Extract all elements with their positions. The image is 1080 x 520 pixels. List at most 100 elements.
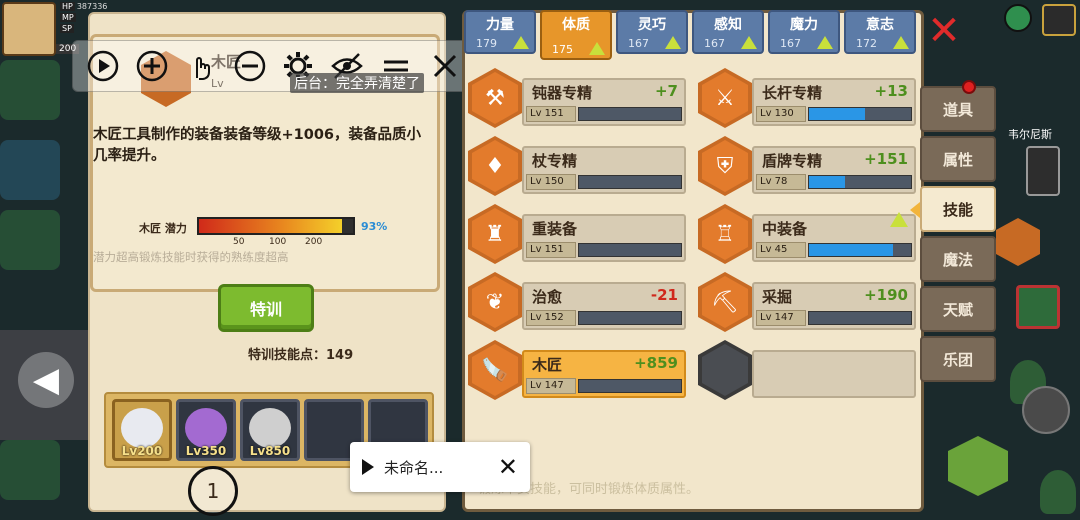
skill-item[interactable]: ♦ 杖专精 Lv 150 — [468, 136, 686, 196]
hp-label: HP — [60, 2, 75, 11]
skill-item[interactable]: ♜ 重装备 Lv 151 — [468, 204, 686, 264]
notification-dot-icon — [962, 80, 976, 94]
tab-side-3[interactable]: 魔法 — [920, 236, 996, 282]
skill-progress-fill — [809, 176, 845, 188]
tab-stat-4[interactable]: 魔力 167 — [768, 10, 840, 54]
skill-level: Lv 78 — [756, 174, 806, 190]
tab-side-2[interactable]: 技能 — [920, 186, 996, 232]
shield-icon: ⛨ — [698, 136, 752, 196]
pickaxe-icon: ⛏ — [698, 272, 752, 332]
npc-name: 韦尔尼斯 — [1008, 128, 1052, 141]
upgrade-arrow-icon — [890, 212, 908, 227]
play-icon[interactable] — [362, 459, 374, 475]
side-tab-label: 属性 — [942, 150, 973, 169]
skill-progress-bar — [578, 243, 682, 257]
heal-icon: ❦ — [468, 272, 522, 332]
skill-name: 盾牌专精 — [762, 152, 823, 170]
tap-gesture-icon[interactable] — [182, 47, 220, 85]
close-icon[interactable] — [426, 47, 464, 85]
skill-progress-bar — [578, 107, 682, 121]
exit-icon[interactable] — [1042, 4, 1076, 36]
tab-stat-5[interactable]: 意志 172 — [844, 10, 916, 54]
skill-card: 治愈 -21 Lv 152 — [522, 282, 686, 330]
upgrade-arrow-icon — [817, 36, 833, 49]
skill-progress-bar — [808, 175, 912, 189]
skill-item[interactable]: ⚒ 钝器专精 +7 Lv 151 — [468, 68, 686, 128]
upgrade-arrow-icon — [893, 36, 909, 49]
ground-tile — [0, 210, 60, 270]
recording-title: 未命名... — [384, 458, 444, 477]
skill-item[interactable]: ⛨ 盾牌专精 +151 Lv 78 — [698, 136, 916, 196]
upgrade-arrow-icon — [513, 36, 529, 49]
train-points-label: 特训技能点： — [248, 348, 327, 363]
book-icon[interactable] — [1016, 285, 1060, 329]
mp-label: MP — [60, 13, 76, 22]
stat-value: 172 — [856, 37, 877, 50]
skill-item[interactable]: 🪚 木匠 +859 Lv 147 — [468, 340, 686, 400]
potential-tick: 50 — [233, 237, 245, 247]
side-tab-label: 乐团 — [942, 350, 973, 369]
tab-stat-1[interactable]: 体质 175 — [540, 10, 612, 60]
remove-icon[interactable] — [231, 47, 269, 85]
skill-bonus: +13 — [874, 82, 908, 100]
potential-percent: 93% — [361, 220, 388, 233]
empty-slot-icon — [698, 340, 752, 400]
skill-bonus: -21 — [650, 286, 678, 304]
active-tab-arrow-icon — [910, 202, 920, 218]
skill-item[interactable]: ♖ 中装备 Lv 45 — [698, 204, 916, 264]
skill-card: 采掘 +190 Lv 147 — [752, 282, 916, 330]
crosshair-icon[interactable]: 1 — [188, 466, 238, 516]
potential-fill — [199, 219, 343, 233]
tab-side-4[interactable]: 天赋 — [920, 286, 996, 332]
tab-stat-0[interactable]: 力量 179 — [464, 10, 536, 54]
skill-progress-bar — [578, 379, 682, 393]
train-button[interactable]: 特训 — [218, 284, 314, 332]
close-panel-icon[interactable]: ✕ — [926, 11, 962, 51]
add-icon[interactable] — [133, 47, 171, 85]
skill-level: Lv 150 — [526, 174, 576, 190]
player-avatar[interactable] — [2, 2, 56, 56]
skill-card: 中装备 Lv 45 — [752, 212, 916, 262]
staff-icon: ♦ — [468, 136, 522, 196]
train-points-value: 149 — [326, 348, 354, 363]
party-member-slot[interactable]: Lv350 — [176, 399, 236, 461]
party-member-slot[interactable]: Lv850 — [240, 399, 300, 461]
skill-name: 中装备 — [762, 220, 808, 238]
tab-side-5[interactable]: 乐团 — [920, 336, 996, 382]
member-level: Lv350 — [185, 444, 227, 458]
skill-name: 治愈 — [532, 288, 563, 306]
skill-name: 杖专精 — [532, 152, 578, 170]
tab-side-0[interactable]: 道具 — [920, 80, 996, 132]
recording-bar: 未命名... ✕ — [350, 442, 530, 492]
ground-tile — [0, 60, 60, 120]
skill-bonus: +151 — [864, 150, 908, 168]
party-member-slot[interactable]: Lv200 — [112, 399, 172, 461]
stat-name: 意志 — [866, 17, 894, 33]
phone-icon[interactable] — [1026, 146, 1060, 196]
skill-level: Lv 130 — [756, 106, 806, 122]
skill-name: 长杆专精 — [762, 84, 823, 102]
globe-icon[interactable] — [1004, 4, 1032, 32]
play-icon[interactable] — [84, 47, 122, 85]
stat-value: 167 — [704, 37, 725, 50]
skill-card: 长杆专精 +13 Lv 130 — [752, 78, 916, 126]
action-button[interactable] — [1022, 386, 1070, 434]
skill-slot-empty[interactable] — [698, 340, 916, 400]
potential-tick: 100 — [269, 237, 287, 247]
skill-level: Lv 147 — [526, 378, 576, 394]
tab-side-1[interactable]: 属性 — [920, 136, 996, 182]
tab-stat-2[interactable]: 灵巧 167 — [616, 10, 688, 54]
skill-bonus: +859 — [634, 354, 678, 372]
skill-item[interactable]: ⛏ 采掘 +190 Lv 147 — [698, 272, 916, 332]
train-points: 特训技能点：149 — [248, 344, 353, 363]
skill-card: 钝器专精 +7 Lv 151 — [522, 78, 686, 126]
skill-item[interactable]: ⚔ 长杆专精 +13 Lv 130 — [698, 68, 916, 128]
saw-icon: 🪚 — [468, 340, 522, 400]
tab-stat-3[interactable]: 感知 167 — [692, 10, 764, 54]
skill-description: 木匠工具制作的装备装备等级+1006，装备品质小几率提升。 — [93, 127, 422, 164]
upgrade-arrow-icon — [665, 36, 681, 49]
move-left-button[interactable]: ◀ — [18, 352, 74, 408]
skill-card: 盾牌专精 +151 Lv 78 — [752, 146, 916, 194]
skill-item[interactable]: ❦ 治愈 -21 Lv 152 — [468, 272, 686, 332]
close-icon[interactable]: ✕ — [498, 453, 518, 481]
